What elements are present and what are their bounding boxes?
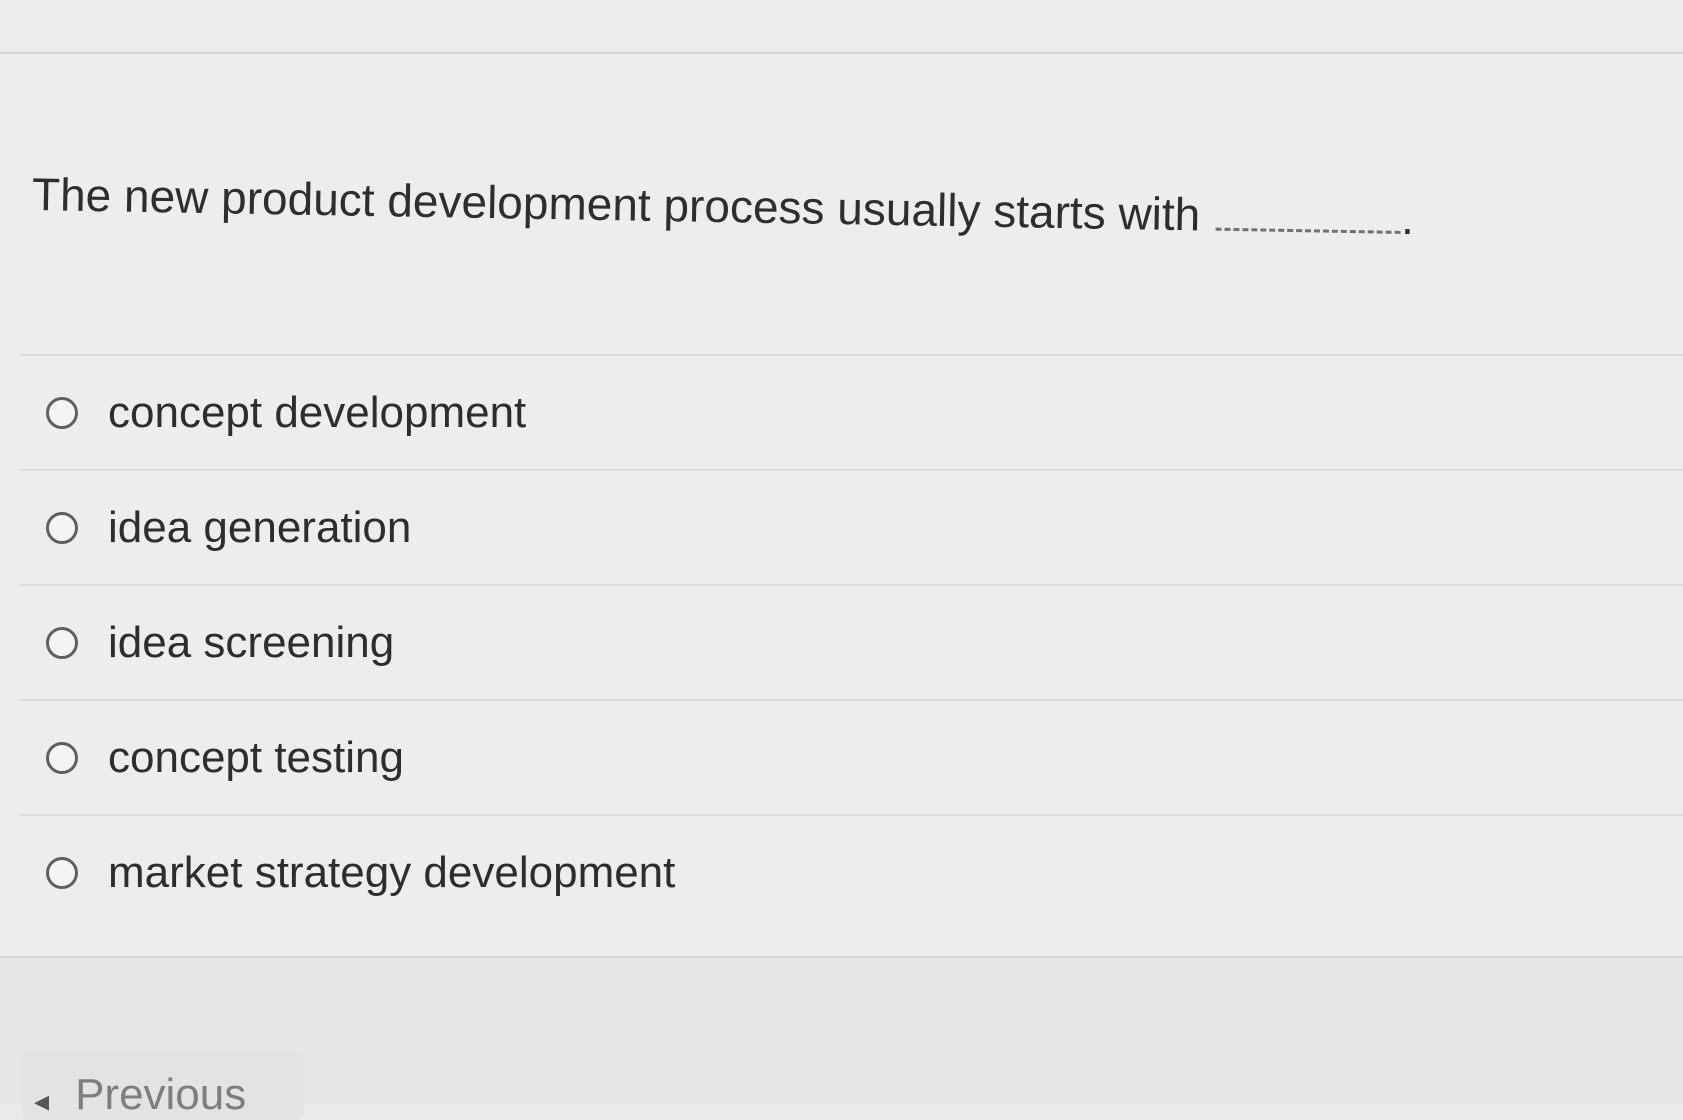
previous-label: Previous — [75, 1070, 247, 1119]
radio-button[interactable] — [46, 856, 78, 889]
question-text: The new product development process usua… — [32, 166, 1415, 246]
radio-button[interactable] — [46, 626, 78, 659]
previous-button[interactable]: ◂ Previous — [22, 1050, 304, 1120]
answer-label: market strategy development — [108, 847, 676, 897]
radio-button[interactable] — [46, 511, 78, 544]
chevron-left-icon: ◂ — [34, 1085, 50, 1118]
answer-list: concept development idea generation idea… — [20, 354, 1683, 929]
answer-label: concept testing — [108, 732, 404, 782]
answer-option-market-strategy-development[interactable]: market strategy development — [20, 814, 1683, 929]
question-period: . — [1400, 191, 1415, 245]
answer-label: idea screening — [108, 617, 395, 667]
answer-option-idea-screening[interactable]: idea screening — [20, 584, 1683, 699]
answer-option-concept-development[interactable]: concept development — [20, 354, 1683, 469]
quiz-page: The new product development process usua… — [0, 0, 1683, 1120]
question-card: The new product development process usua… — [0, 52, 1683, 958]
answer-option-idea-generation[interactable]: idea generation — [20, 469, 1683, 584]
radio-button[interactable] — [46, 396, 78, 429]
question-prompt: The new product development process usua… — [31, 168, 1201, 241]
answer-label: concept development — [108, 387, 527, 437]
answer-label: idea generation — [108, 502, 412, 552]
radio-button[interactable] — [46, 741, 78, 774]
answer-option-concept-testing[interactable]: concept testing — [20, 699, 1683, 814]
answer-blank — [1216, 193, 1402, 234]
